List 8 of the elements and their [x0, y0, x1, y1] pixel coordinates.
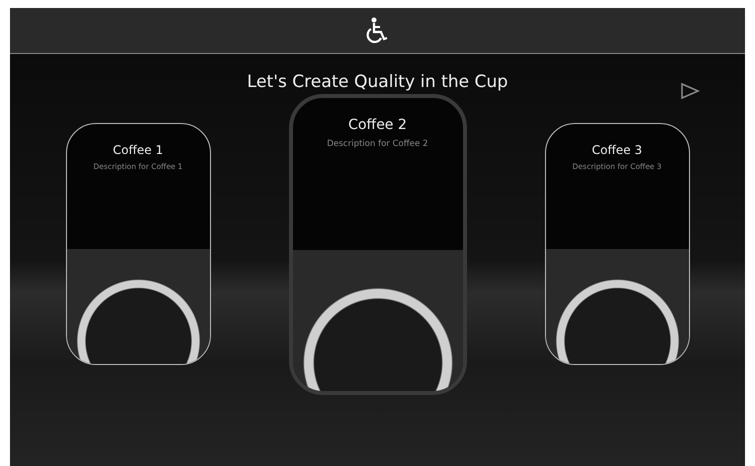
card-title: Coffee 3 — [592, 142, 642, 159]
headline: Let's Create Quality in the Cup — [247, 71, 508, 94]
wheelchair-icon[interactable] — [366, 16, 390, 44]
card-title: Coffee 2 — [348, 116, 407, 134]
card-title: Coffee 1 — [112, 142, 164, 159]
card-description: Description for Coffee 2 — [326, 138, 428, 150]
next-icon[interactable] — [680, 82, 700, 100]
coffee-card[interactable]: Coffee 2 Description for Coffee 2 — [288, 94, 466, 394]
